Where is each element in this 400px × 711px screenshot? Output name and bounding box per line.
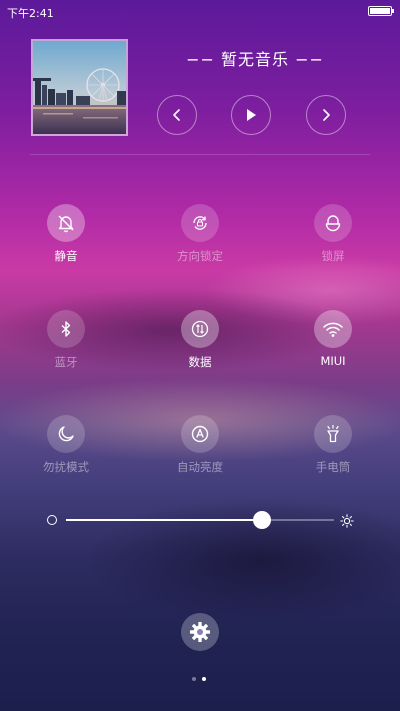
mobile-data-icon xyxy=(191,320,209,338)
previous-button[interactable] xyxy=(157,95,197,135)
settings-button[interactable] xyxy=(181,613,219,651)
play-icon xyxy=(247,109,256,121)
city-skyline-ferris-wheel-image xyxy=(33,41,126,134)
moon-icon xyxy=(58,426,74,442)
chevron-right-icon xyxy=(323,109,330,121)
toggle-label: 手电筒 xyxy=(315,460,351,474)
chevron-left-icon xyxy=(173,109,180,121)
toggle-label: 自动亮度 xyxy=(177,460,223,474)
brightness-thumb[interactable] xyxy=(252,511,271,529)
toggle-mute[interactable]: 静音 xyxy=(26,204,106,264)
toggle-label: 数据 xyxy=(188,355,212,369)
auto-brightness-icon xyxy=(191,425,209,443)
toggle-do-not-disturb[interactable]: 勿扰模式 xyxy=(26,415,106,475)
gear-icon xyxy=(190,622,210,642)
flashlight-icon xyxy=(327,424,339,443)
battery-icon xyxy=(368,6,394,16)
toggle-label: 静音 xyxy=(54,249,78,263)
brightness-min-icon xyxy=(47,515,57,525)
lock-icon xyxy=(325,215,341,232)
status-time: 下午2:41 xyxy=(7,7,54,20)
toggle-label: 勿扰模式 xyxy=(43,460,89,474)
toggle-label: MIUI xyxy=(320,354,346,368)
toggle-rotation-lock[interactable]: 方向锁定 xyxy=(160,204,240,264)
toggle-label: 蓝牙 xyxy=(54,355,78,369)
sun-icon xyxy=(340,513,354,532)
brightness-fill xyxy=(66,519,262,521)
toggle-auto-brightness[interactable]: 自动亮度 xyxy=(160,415,240,475)
album-art[interactable] xyxy=(31,39,128,136)
next-button[interactable] xyxy=(306,95,346,135)
toggle-wifi[interactable]: MIUI xyxy=(293,310,373,368)
bluetooth-icon xyxy=(61,321,71,337)
bell-off-icon xyxy=(58,215,74,233)
play-button[interactable] xyxy=(231,95,271,135)
toggle-bluetooth[interactable]: 蓝牙 xyxy=(26,310,106,370)
toggle-mobile-data[interactable]: 数据 xyxy=(160,310,240,370)
toggle-flashlight[interactable]: 手电筒 xyxy=(293,415,373,475)
status-bar: 下午2:41 xyxy=(0,0,400,22)
toggle-lock-screen[interactable]: 锁屏 xyxy=(293,204,373,264)
divider xyxy=(30,154,370,155)
rotation-lock-icon xyxy=(193,216,207,230)
wifi-icon xyxy=(323,322,343,337)
song-title: −− 暂无音乐 −− xyxy=(186,50,324,69)
toggle-label: 方向锁定 xyxy=(177,249,223,263)
toggle-label: 锁屏 xyxy=(321,249,345,263)
page-indicator xyxy=(192,677,206,681)
brightness-slider[interactable] xyxy=(66,511,334,529)
page-dot xyxy=(192,677,196,681)
page-dot xyxy=(202,677,206,681)
